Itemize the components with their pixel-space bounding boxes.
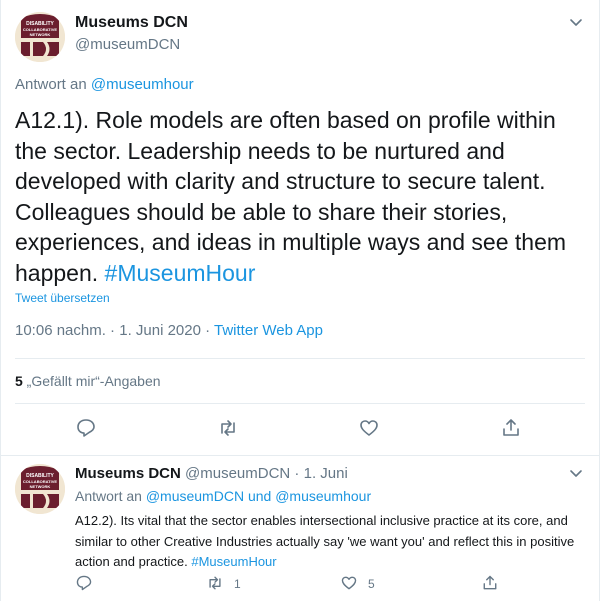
divider bbox=[15, 403, 585, 404]
like-count: 5 bbox=[368, 577, 375, 591]
like-button[interactable]: 5 bbox=[340, 574, 375, 594]
retweet-count: 1 bbox=[234, 577, 241, 591]
tweet-text: A12.1). Role models are often based on p… bbox=[15, 105, 580, 288]
translate-tweet-link[interactable]: Tweet übersetzen bbox=[15, 291, 110, 305]
avatar[interactable]: DISABILITY COLLABORATIVE NETWORK bbox=[15, 464, 65, 514]
tweet-header: Museums DCN @museumDCN · 1. Juni bbox=[75, 465, 348, 482]
reply-prefix: Antwort an bbox=[15, 76, 91, 93]
share-icon[interactable] bbox=[500, 417, 522, 439]
hashtag-link[interactable]: #MuseumHour bbox=[105, 260, 256, 286]
like-icon[interactable] bbox=[358, 417, 380, 439]
action-bar bbox=[0, 417, 600, 443]
chevron-down-icon[interactable] bbox=[568, 14, 584, 30]
tweet-time[interactable]: 10:06 nachm. · 1. Juni 2020 · bbox=[15, 322, 214, 339]
reply-context: Antwort an @museumDCN und @museumhour bbox=[75, 488, 371, 504]
main-tweet: DISABILITY COLLABORATIVE NETWORK Museums… bbox=[0, 0, 600, 455]
reply-context: Antwort an @museumhour bbox=[15, 76, 194, 93]
likes-stat[interactable]: 5 „Gefällt mir“-Angaben bbox=[15, 373, 161, 389]
avatar[interactable]: DISABILITY COLLABORATIVE NETWORK bbox=[15, 12, 65, 62]
svg-text:NETWORK: NETWORK bbox=[30, 484, 51, 489]
retweet-button[interactable]: 1 bbox=[206, 574, 241, 594]
like-icon bbox=[340, 574, 358, 595]
display-name[interactable]: Museums DCN bbox=[75, 14, 188, 32]
timestamp: 10:06 nachm. · 1. Juni 2020 · Twitter We… bbox=[15, 322, 323, 339]
retweet-icon bbox=[206, 574, 224, 595]
tweet-divider bbox=[0, 455, 600, 456]
handle-and-date[interactable]: @museumDCN · 1. Juni bbox=[181, 465, 348, 482]
chevron-down-icon[interactable] bbox=[568, 465, 584, 481]
likes-count: 5 bbox=[15, 373, 23, 389]
tweet-body: A12.2). Its vital that the sector enable… bbox=[75, 513, 575, 569]
share-icon bbox=[481, 574, 499, 595]
retweet-icon[interactable] bbox=[217, 417, 239, 439]
hashtag-link[interactable]: #MuseumHour bbox=[191, 554, 276, 569]
divider bbox=[15, 358, 585, 359]
reply-target-link[interactable]: @museumDCN und @museumhour bbox=[146, 488, 371, 504]
handle[interactable]: @museumDCN bbox=[75, 36, 180, 53]
share-button[interactable] bbox=[481, 574, 499, 594]
svg-text:NETWORK: NETWORK bbox=[30, 32, 51, 37]
display-name[interactable]: Museums DCN bbox=[75, 465, 181, 482]
tweet-text: A12.2). Its vital that the sector enable… bbox=[75, 511, 580, 573]
tweet-body: A12.1). Role models are often based on p… bbox=[15, 107, 567, 286]
reply-button[interactable] bbox=[75, 574, 93, 594]
source-link[interactable]: Twitter Web App bbox=[214, 322, 323, 339]
reply-icon bbox=[75, 574, 93, 595]
reply-target-link[interactable]: @museumhour bbox=[91, 76, 194, 93]
likes-label: „Gefällt mir“-Angaben bbox=[22, 373, 161, 389]
action-bar: 1 5 bbox=[0, 574, 600, 596]
reply-icon[interactable] bbox=[75, 417, 97, 439]
reply-prefix: Antwort an bbox=[75, 488, 146, 504]
